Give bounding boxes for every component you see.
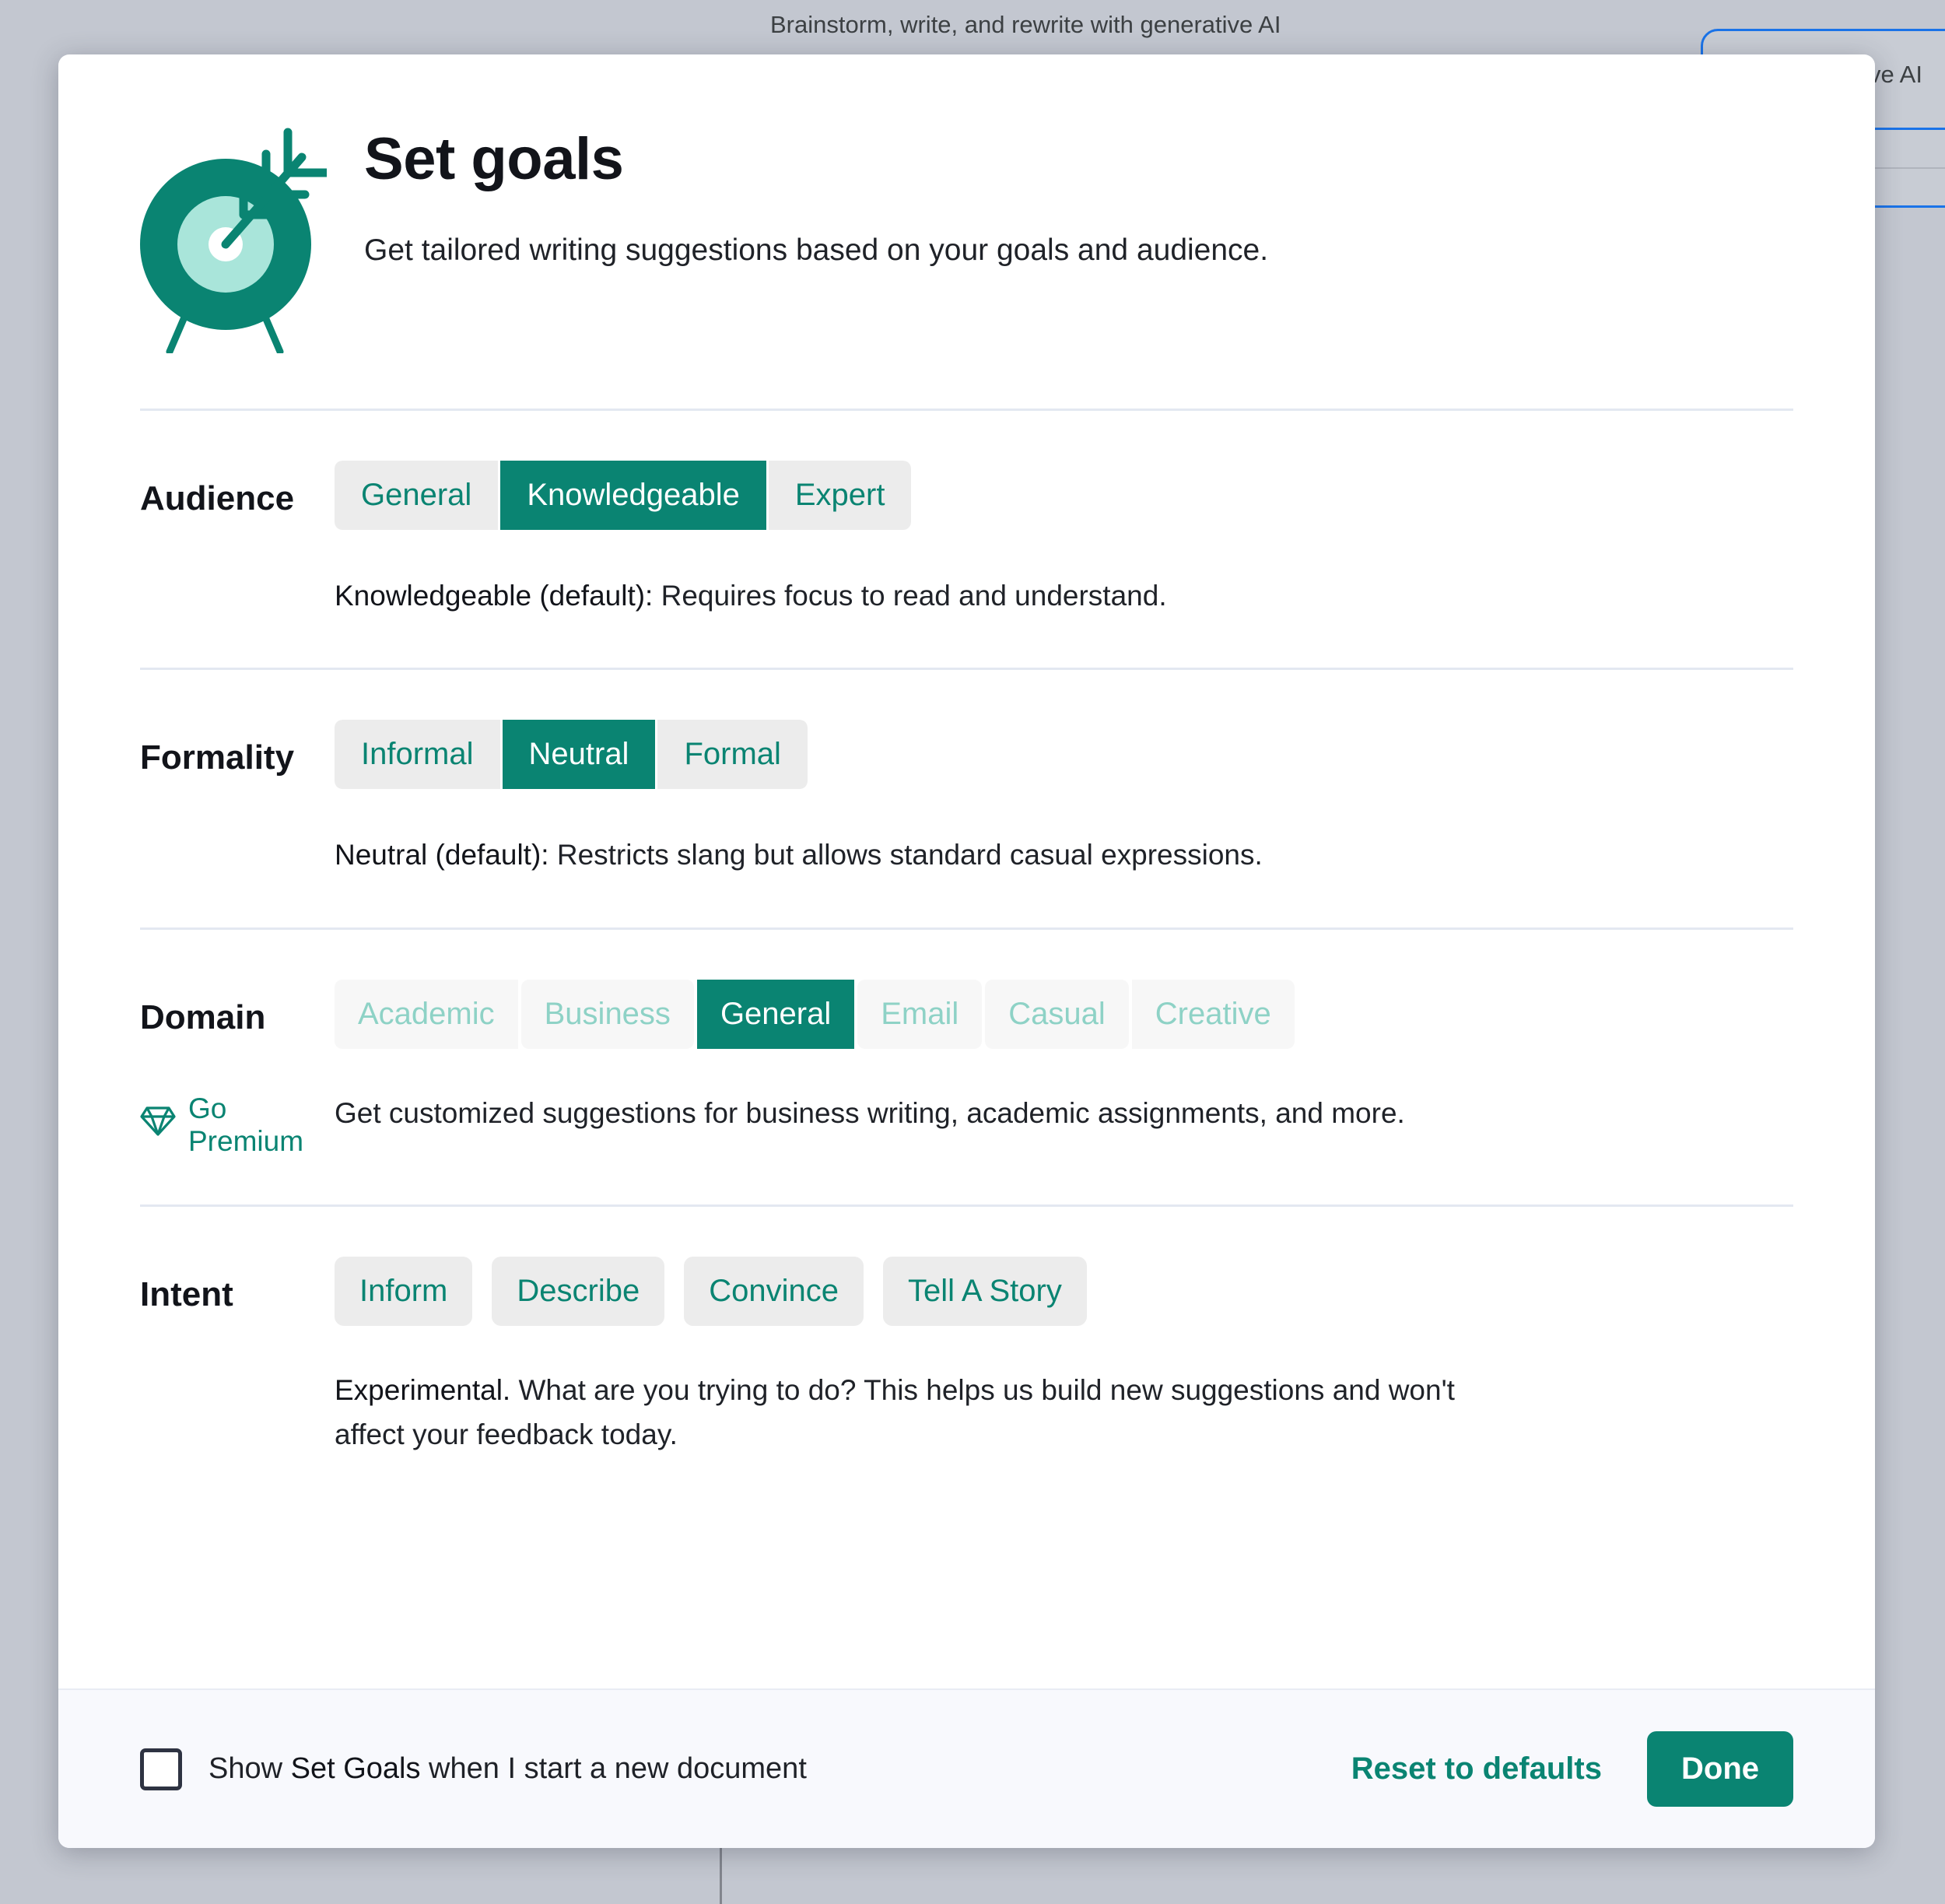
- audience-option-general[interactable]: General: [335, 461, 499, 530]
- section-label-intent: Intent: [140, 1275, 233, 1313]
- intent-description-strong: Experimental.: [335, 1373, 511, 1406]
- show-set-goals-label[interactable]: Show Set Goals when I start a new docume…: [209, 1752, 807, 1786]
- section-formality: Formality Informal Neutral Formal Neutra…: [58, 670, 1875, 877]
- domain-option-casual[interactable]: Casual: [985, 979, 1129, 1049]
- page-title: Set goals: [364, 126, 624, 192]
- audience-option-expert[interactable]: Expert: [768, 461, 912, 530]
- formality-option-neutral[interactable]: Neutral: [502, 720, 656, 790]
- intent-option-describe[interactable]: Describe: [492, 1256, 665, 1326]
- intent-option-convince[interactable]: Convince: [684, 1256, 864, 1326]
- formality-description: Neutral (default): Restricts slang but a…: [335, 833, 1263, 877]
- formality-description-strong: Neutral (default):: [335, 839, 549, 871]
- formality-segmented-control: Informal Neutral Formal: [335, 720, 1793, 790]
- section-label-audience: Audience: [140, 479, 295, 517]
- section-label-formality: Formality: [140, 738, 295, 777]
- section-intent: Intent Inform Describe Convince Tell A S…: [58, 1207, 1875, 1457]
- show-goals-label-pre: Show: [209, 1752, 291, 1785]
- done-button[interactable]: Done: [1647, 1731, 1793, 1807]
- background-side-panel-rule-secondary: [1875, 167, 1945, 169]
- domain-description: Get customized suggestions for business …: [335, 1096, 1405, 1129]
- formality-description-rest: Restricts slang but allows standard casu…: [548, 839, 1263, 871]
- domain-option-creative[interactable]: Creative: [1131, 979, 1295, 1049]
- audience-option-knowledgeable[interactable]: Knowledgeable: [500, 461, 766, 530]
- intent-button-group: Inform Describe Convince Tell A Story: [335, 1256, 1793, 1326]
- section-domain: Domain Academic Business General Email C…: [58, 930, 1875, 1158]
- page-subtitle: Get tailored writing suggestions based o…: [364, 233, 1269, 267]
- domain-option-business[interactable]: Business: [520, 979, 694, 1049]
- background-toolbar-text: Brainstorm, write, and rewrite with gene…: [770, 11, 1281, 38]
- show-goals-label-post: when I start a new document: [420, 1752, 807, 1785]
- audience-description: Knowledgeable (default): Requires focus …: [335, 573, 1167, 618]
- domain-option-academic[interactable]: Academic: [335, 979, 518, 1049]
- go-premium-link[interactable]: Go Premium: [140, 1091, 335, 1158]
- dialog-header: Set goals Get tailored writing suggestio…: [58, 54, 1875, 357]
- intent-option-tell-a-story[interactable]: Tell A Story: [882, 1256, 1087, 1326]
- background-vertical-divider: [720, 1848, 722, 1904]
- audience-segmented-control: General Knowledgeable Expert: [335, 461, 1793, 530]
- domain-option-general[interactable]: General: [696, 979, 855, 1049]
- dialog-body: Set goals Get tailored writing suggestio…: [58, 54, 1875, 1688]
- audience-description-rest: Requires focus to read and understand.: [653, 580, 1167, 612]
- domain-button-group: Academic Business General Email Casual C…: [335, 979, 1793, 1049]
- background-side-panel-rule: [1872, 128, 1945, 130]
- reset-to-defaults-button[interactable]: Reset to defaults: [1351, 1751, 1602, 1787]
- formality-option-formal[interactable]: Formal: [657, 720, 808, 790]
- header-text-block: Set goals Get tailored writing suggestio…: [364, 115, 1268, 268]
- domain-option-email[interactable]: Email: [857, 979, 983, 1049]
- show-set-goals-checkbox[interactable]: [140, 1748, 182, 1790]
- go-premium-label: Go Premium: [188, 1092, 304, 1157]
- section-label-domain: Domain: [140, 998, 266, 1036]
- intent-option-inform[interactable]: Inform: [335, 1256, 473, 1326]
- target-with-arrow-icon: [140, 120, 331, 357]
- show-goals-label-strong: Set Goals: [290, 1752, 421, 1785]
- background-side-panel-text: ve AI: [1869, 61, 1922, 88]
- gem-icon: [140, 1105, 176, 1145]
- section-audience: Audience General Knowledgeable Expert Kn…: [58, 411, 1875, 618]
- set-goals-dialog: Set goals Get tailored writing suggestio…: [58, 54, 1875, 1848]
- dialog-footer: Show Set Goals when I start a new docume…: [58, 1688, 1875, 1848]
- intent-description: Experimental. What are you trying to do?…: [335, 1368, 1486, 1457]
- audience-description-strong: Knowledgeable (default):: [335, 580, 654, 612]
- formality-option-informal[interactable]: Informal: [335, 720, 500, 790]
